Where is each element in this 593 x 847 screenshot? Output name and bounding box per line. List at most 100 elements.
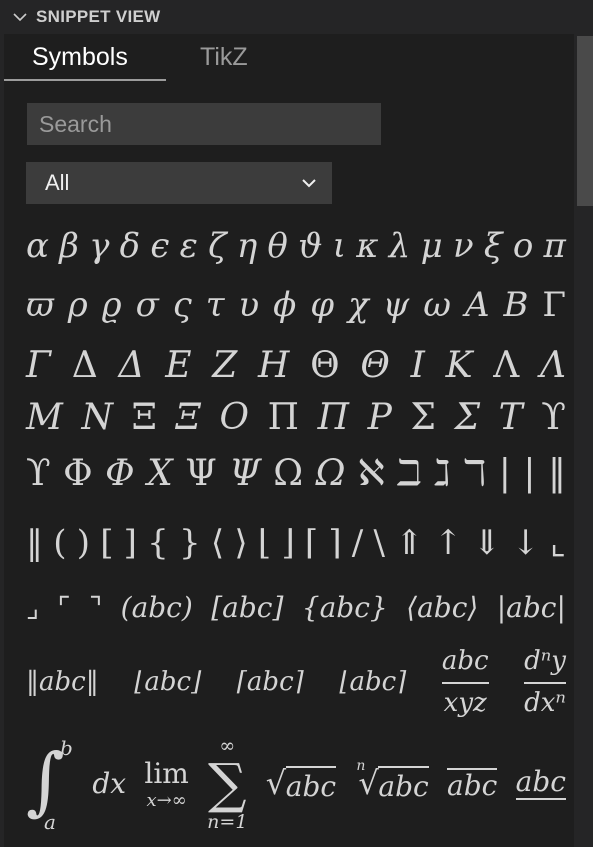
symbol-button[interactable]: Γ bbox=[26, 348, 51, 384]
symbol-button[interactable]: ℷ bbox=[434, 456, 451, 492]
symbol-button[interactable]: Δ bbox=[118, 348, 144, 384]
search-input[interactable] bbox=[27, 103, 381, 145]
symbol-button[interactable]: ⌋ bbox=[281, 526, 294, 560]
integral-button[interactable]: ∫ b a bbox=[26, 734, 74, 834]
symbol-button[interactable]: K bbox=[446, 348, 473, 384]
symbol-button[interactable]: ] bbox=[124, 526, 137, 560]
symbol-button[interactable]: ϱ bbox=[102, 288, 122, 322]
overline-button[interactable]: abc bbox=[447, 768, 498, 800]
symbol-button[interactable]: Σ bbox=[411, 400, 436, 436]
snippet-view-header[interactable]: SNIPPET VIEW bbox=[0, 0, 593, 34]
symbol-button[interactable]: γ bbox=[89, 229, 109, 263]
symbol-button[interactable]: ⇑ bbox=[395, 526, 424, 560]
symbol-button[interactable]: Γ bbox=[542, 288, 566, 322]
symbol-button[interactable]: M bbox=[26, 400, 63, 436]
symbol-button[interactable]: ⌈ bbox=[305, 526, 318, 560]
symbol-button[interactable]: Ψ bbox=[185, 456, 217, 492]
nth-root-button[interactable]: n √ abc bbox=[354, 758, 429, 803]
symbol-button[interactable]: ⌈abc⌉ bbox=[237, 669, 304, 695]
symbol-button[interactable]: λ bbox=[389, 229, 411, 263]
symbol-button[interactable]: O bbox=[220, 400, 250, 436]
symbol-button[interactable]: ϑ bbox=[298, 229, 322, 263]
symbol-button[interactable]: δ bbox=[120, 229, 140, 263]
symbol-button[interactable]: {abc} bbox=[302, 594, 388, 622]
symbol-button[interactable]: η bbox=[237, 229, 257, 263]
symbol-button[interactable]: X bbox=[147, 456, 173, 492]
symbol-button[interactable]: [abc] bbox=[211, 594, 283, 622]
fraction-button[interactable]: abc xyz bbox=[441, 646, 489, 718]
symbol-button[interactable]: ⇓ bbox=[473, 526, 502, 560]
symbol-button[interactable]: ⌊ bbox=[258, 526, 271, 560]
symbol-button[interactable]: Θ bbox=[360, 348, 390, 384]
symbol-button[interactable]: ς bbox=[173, 288, 192, 322]
chevron-down-icon[interactable] bbox=[12, 9, 28, 25]
underline-button[interactable]: abc bbox=[515, 768, 566, 800]
symbol-button[interactable]: ⟨abc⟩ bbox=[406, 594, 478, 622]
symbol-button[interactable]: ⟩ bbox=[234, 526, 247, 560]
symbol-button[interactable]: Ω bbox=[316, 456, 346, 492]
symbol-button[interactable]: ι bbox=[333, 229, 346, 263]
symbol-button[interactable]: κ bbox=[356, 229, 378, 263]
symbol-button[interactable]: ⌝ bbox=[89, 594, 102, 622]
symbol-button[interactable]: φ bbox=[310, 288, 334, 322]
derivative-button[interactable]: dⁿy dxⁿ bbox=[524, 646, 566, 718]
scrollbar-thumb[interactable] bbox=[577, 36, 593, 206]
limit-button[interactable]: lim x→∞ bbox=[144, 757, 188, 811]
symbol-button[interactable]: Δ bbox=[72, 348, 98, 384]
symbol-button[interactable]: A bbox=[465, 288, 490, 322]
symbol-button[interactable]: Θ bbox=[310, 348, 340, 384]
symbol-button[interactable]: Λ bbox=[493, 348, 519, 384]
symbol-button[interactable]: ⌞ bbox=[550, 526, 566, 560]
symbol-button[interactable]: ↓ bbox=[511, 526, 540, 560]
tab-symbols[interactable]: Symbols bbox=[32, 42, 128, 72]
symbol-button[interactable]: ϕ bbox=[273, 288, 296, 322]
symbol-button[interactable]: ε bbox=[180, 229, 198, 263]
symbol-button[interactable]: H bbox=[258, 348, 289, 384]
symbol-button[interactable]: τ bbox=[206, 288, 225, 322]
symbol-button[interactable]: B bbox=[503, 288, 528, 322]
symbol-button[interactable]: ⌊abc⌋ bbox=[134, 669, 201, 695]
symbol-button[interactable]: (abc) bbox=[121, 594, 193, 622]
symbol-button[interactable]: ρ bbox=[68, 288, 88, 322]
category-select[interactable]: All bbox=[26, 162, 332, 204]
sum-button[interactable]: ∞ ∑ n=1 bbox=[207, 735, 247, 833]
symbol-button[interactable]: ( bbox=[53, 526, 66, 560]
symbol-button[interactable]: ω bbox=[423, 288, 451, 322]
symbol-button[interactable]: \ bbox=[373, 526, 384, 560]
symbol-button[interactable]: { bbox=[147, 526, 169, 560]
differential-button[interactable]: dx bbox=[92, 770, 126, 798]
symbol-button[interactable]: ϖ bbox=[26, 288, 54, 322]
symbol-button[interactable]: [ bbox=[100, 526, 113, 560]
scrollbar[interactable] bbox=[577, 36, 593, 847]
symbol-button[interactable]: } bbox=[179, 526, 201, 560]
symbol-button[interactable]: P bbox=[368, 400, 392, 436]
symbol-button[interactable]: ℸ bbox=[463, 456, 486, 492]
symbol-button[interactable]: ‖abc‖ bbox=[26, 669, 99, 695]
symbol-button[interactable]: α bbox=[26, 229, 49, 263]
symbol-button[interactable]: Π bbox=[268, 400, 299, 436]
symbol-button[interactable]: | bbox=[499, 456, 511, 492]
symbol-button[interactable]: ο bbox=[513, 229, 533, 263]
symbol-button[interactable]: π bbox=[544, 229, 566, 263]
symbol-button[interactable]: ‖ bbox=[26, 526, 43, 560]
symbol-button[interactable]: Z bbox=[212, 348, 237, 384]
sqrt-button[interactable]: √ abc bbox=[266, 764, 337, 803]
symbol-button[interactable]: Π bbox=[318, 400, 349, 436]
symbol-button[interactable]: υ bbox=[239, 288, 260, 322]
symbol-button[interactable]: σ bbox=[136, 288, 159, 322]
symbol-button[interactable]: Ψ bbox=[229, 456, 261, 492]
symbol-button[interactable]: θ bbox=[267, 229, 287, 263]
symbol-button[interactable]: / bbox=[352, 526, 363, 560]
symbol-button[interactable]: χ bbox=[348, 288, 369, 322]
symbol-button[interactable]: Ξ bbox=[176, 400, 201, 436]
symbol-button[interactable]: T bbox=[499, 400, 523, 436]
tab-tikz[interactable]: TikZ bbox=[200, 42, 248, 72]
symbol-button[interactable]: μ bbox=[421, 229, 443, 263]
symbol-button[interactable]: Φ bbox=[63, 456, 93, 492]
symbol-button[interactable]: |abc| bbox=[497, 594, 566, 622]
symbol-button[interactable]: Σ bbox=[455, 400, 480, 436]
symbol-button[interactable]: ℶ bbox=[397, 456, 421, 492]
symbol-button[interactable]: I bbox=[411, 348, 425, 384]
symbol-button[interactable]: ξ bbox=[484, 229, 503, 263]
symbol-button[interactable]: N bbox=[81, 400, 113, 436]
